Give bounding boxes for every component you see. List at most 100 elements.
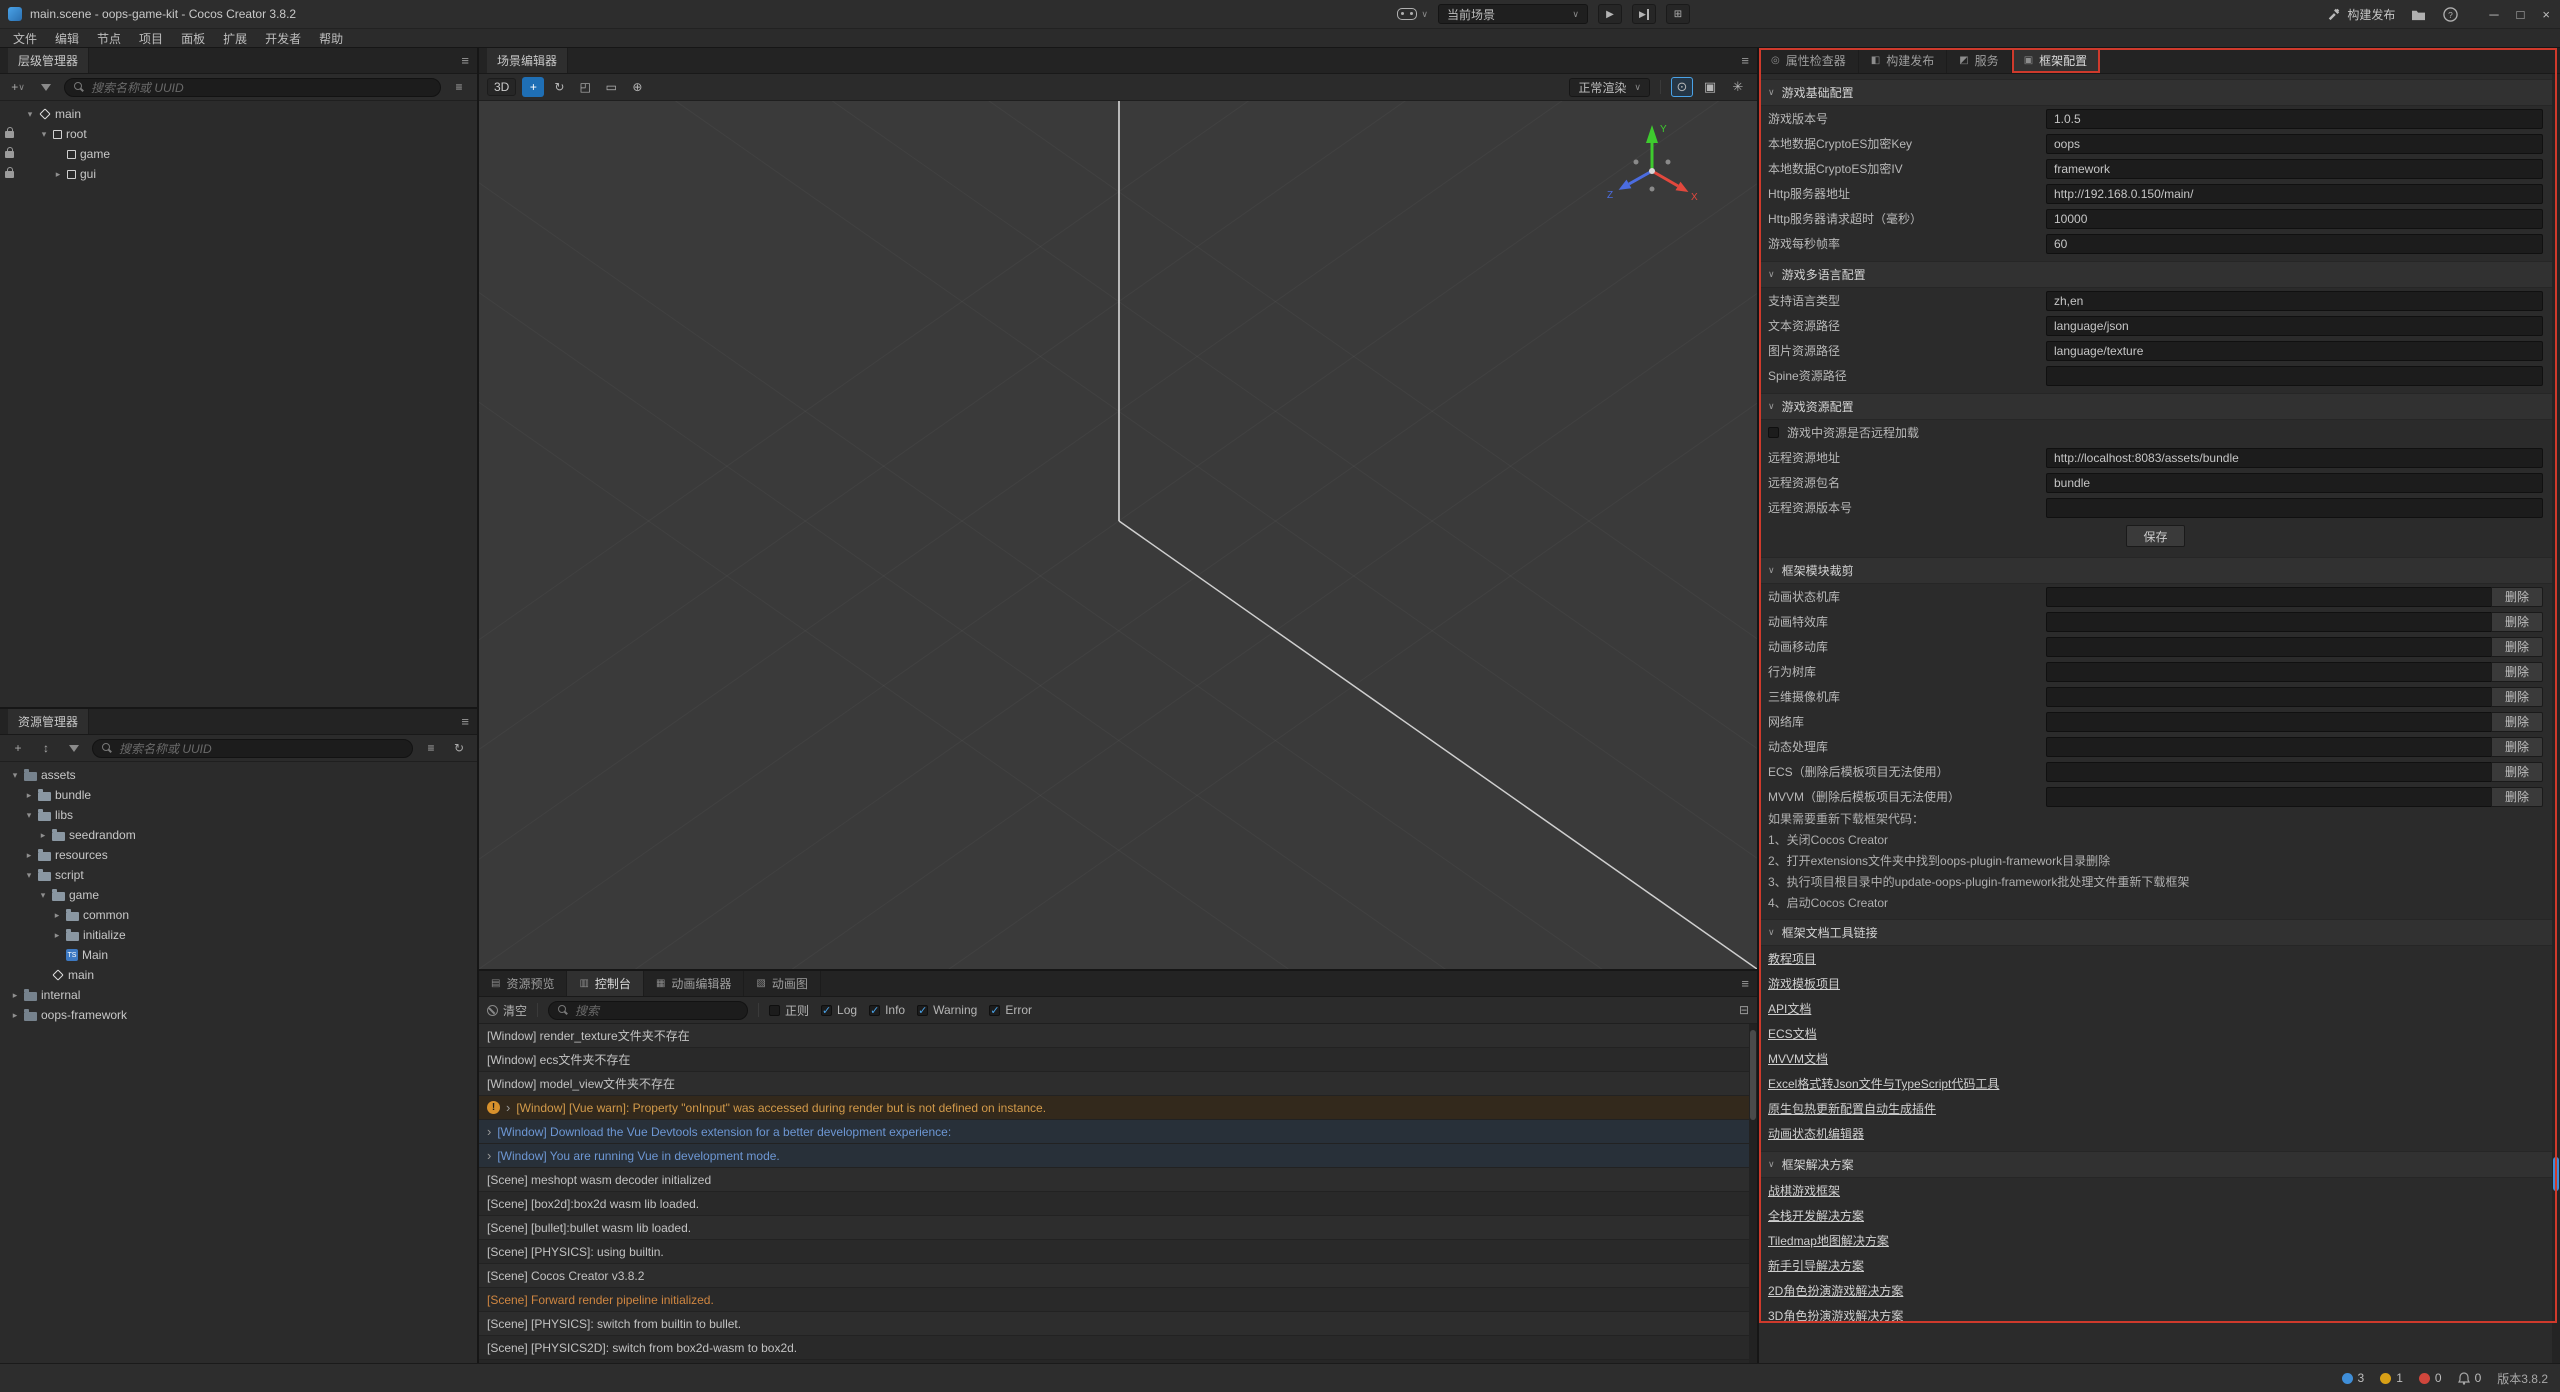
- field-input[interactable]: 1.0.5: [2046, 109, 2543, 129]
- expand-arrow-icon[interactable]: [24, 870, 34, 881]
- scene-tool-button[interactable]: ⊕: [626, 77, 648, 97]
- refresh-icon[interactable]: ↻: [449, 738, 469, 758]
- module-delete-button[interactable]: 删除: [2491, 762, 2543, 782]
- menu-item[interactable]: 帮助: [310, 29, 352, 47]
- viewport-toggle-button[interactable]: ⊙: [1671, 77, 1693, 97]
- asset-node[interactable]: libs: [0, 805, 477, 825]
- log-entry[interactable]: ! › [Window] render_texture文件夹不存在: [479, 1024, 1757, 1048]
- field-input[interactable]: framework: [2046, 159, 2543, 179]
- solution-link[interactable]: 战棋游戏框架: [1768, 1182, 1840, 1199]
- maximize-button[interactable]: □: [2517, 7, 2525, 22]
- solution-link[interactable]: 3D角色扮演游戏解决方案: [1768, 1307, 1903, 1324]
- asset-node[interactable]: bundle: [0, 785, 477, 805]
- create-asset-button[interactable]: +: [8, 738, 28, 758]
- asset-node[interactable]: initialize: [0, 925, 477, 945]
- scene-tool-button[interactable]: ▭: [600, 77, 622, 97]
- menu-item[interactable]: 项目: [130, 29, 172, 47]
- asset-node[interactable]: Main: [0, 945, 477, 965]
- module-delete-button[interactable]: 删除: [2491, 687, 2543, 707]
- field-input[interactable]: http://localhost:8083/assets/bundle: [2046, 448, 2543, 468]
- hierarchy-node[interactable]: game: [0, 144, 477, 164]
- field-input[interactable]: http://192.168.0.150/main/: [2046, 184, 2543, 204]
- expand-arrow-icon[interactable]: [39, 129, 49, 140]
- log-entry[interactable]: ! › [Scene] [PHYSICS2D]: switch from box…: [479, 1336, 1757, 1360]
- step-button[interactable]: ▶: [1632, 4, 1656, 24]
- section-header-modules[interactable]: ∨ 框架模块裁剪: [1759, 557, 2552, 584]
- log-entry[interactable]: ! › [Window] ecs文件夹不存在: [479, 1048, 1757, 1072]
- module-delete-button[interactable]: 删除: [2491, 637, 2543, 657]
- filter-icon[interactable]: [64, 738, 84, 758]
- console-filter-checkbox[interactable]: Log: [821, 1002, 857, 1019]
- log-entry[interactable]: ! › [Scene] [PHYSICS]: using builtin.: [479, 1240, 1757, 1264]
- preview-device-button[interactable]: ∨: [1397, 8, 1428, 20]
- asset-node[interactable]: main: [0, 965, 477, 985]
- lock-icon[interactable]: [5, 171, 14, 178]
- clear-console-button[interactable]: 清空: [487, 1002, 527, 1019]
- inspector-tab[interactable]: 框架配置: [2012, 48, 2100, 73]
- menu-item[interactable]: 开发者: [256, 29, 310, 47]
- doc-link[interactable]: 动画状态机编辑器: [1768, 1125, 1864, 1142]
- doc-link[interactable]: API文档: [1768, 1000, 1811, 1017]
- asset-node[interactable]: script: [0, 865, 477, 885]
- menu-item[interactable]: 扩展: [214, 29, 256, 47]
- section-header-resources[interactable]: ∨ 游戏资源配置: [1759, 393, 2552, 420]
- solution-link[interactable]: Tiledmap地图解决方案: [1768, 1232, 1889, 1249]
- collapse-logs-icon[interactable]: ⊟: [1739, 1003, 1749, 1017]
- mode-3d-toggle[interactable]: 3D: [487, 78, 516, 96]
- module-delete-button[interactable]: 删除: [2491, 662, 2543, 682]
- expand-arrow-icon[interactable]: [38, 890, 48, 901]
- asset-node[interactable]: common: [0, 905, 477, 925]
- scene-viewport[interactable]: Y X Z: [479, 101, 1757, 969]
- layout-button[interactable]: ⊞: [1666, 4, 1690, 24]
- render-mode-dropdown[interactable]: 正常渲染 ∨: [1569, 78, 1650, 97]
- field-input[interactable]: 10000: [2046, 209, 2543, 229]
- filter-icon[interactable]: [36, 77, 56, 97]
- menu-item[interactable]: 面板: [172, 29, 214, 47]
- module-delete-button[interactable]: 删除: [2491, 737, 2543, 757]
- minimize-button[interactable]: ─: [2489, 7, 2498, 22]
- log-entry[interactable]: ! › [Scene] Cocos Creator v3.8.2: [479, 1264, 1757, 1288]
- viewport-toggle-button[interactable]: ▣: [1699, 77, 1721, 97]
- asset-node[interactable]: seedrandom: [0, 825, 477, 845]
- panel-menu-icon[interactable]: ≡: [461, 53, 469, 68]
- viewport-toggle-button[interactable]: ✳: [1727, 77, 1749, 97]
- close-button[interactable]: ×: [2542, 7, 2550, 22]
- doc-link[interactable]: ECS文档: [1768, 1025, 1817, 1042]
- menu-item[interactable]: 节点: [88, 29, 130, 47]
- panel-menu-icon[interactable]: ≡: [1741, 53, 1749, 68]
- hierarchy-node[interactable]: main: [0, 104, 477, 124]
- field-input[interactable]: zh,en: [2046, 291, 2543, 311]
- log-entry[interactable]: ! › [Scene] [PHYSICS]: switch from built…: [479, 1312, 1757, 1336]
- console-filter-checkbox[interactable]: Info: [869, 1002, 905, 1019]
- log-entry[interactable]: ! › [Scene] meshopt wasm decoder initial…: [479, 1168, 1757, 1192]
- create-node-button[interactable]: +∨: [8, 77, 28, 97]
- doc-link[interactable]: MVVM文档: [1768, 1050, 1828, 1067]
- log-entry[interactable]: ! › [Scene] [box2d]:box2d wasm lib loade…: [479, 1192, 1757, 1216]
- console-filter-checkbox[interactable]: Warning: [917, 1002, 977, 1019]
- hierarchy-search-input[interactable]: 搜索名称或 UUID: [64, 78, 441, 97]
- section-header-language[interactable]: ∨ 游戏多语言配置: [1759, 261, 2552, 288]
- console-scrollbar[interactable]: [1749, 1024, 1757, 1363]
- expand-arrow-icon[interactable]: [10, 770, 20, 781]
- console-tab[interactable]: 动画图: [744, 971, 820, 996]
- asset-filter-options-icon[interactable]: ≡: [421, 738, 441, 758]
- solution-link[interactable]: 新手引导解决方案: [1768, 1257, 1864, 1274]
- open-project-folder-button[interactable]: [2409, 5, 2427, 23]
- console-tab[interactable]: 控制台: [567, 971, 643, 996]
- assets-search-input[interactable]: 搜索名称或 UUID: [92, 739, 413, 758]
- doc-link[interactable]: 原生包热更新配置自动生成插件: [1768, 1100, 1936, 1117]
- section-header-docs[interactable]: ∨ 框架文档工具链接: [1759, 919, 2552, 946]
- asset-node[interactable]: resources: [0, 845, 477, 865]
- inspector-tab[interactable]: 服务: [1947, 48, 2011, 73]
- expand-arrow-icon[interactable]: ›: [506, 1100, 510, 1115]
- expand-arrow-icon[interactable]: [10, 990, 20, 1001]
- warning-count-badge[interactable]: 1: [2380, 1371, 2403, 1385]
- console-filter-checkbox[interactable]: Error: [989, 1002, 1032, 1019]
- solution-link[interactable]: 2D角色扮演游戏解决方案: [1768, 1282, 1903, 1299]
- expand-arrow-icon[interactable]: [10, 1010, 20, 1021]
- play-button[interactable]: ▶: [1598, 4, 1622, 24]
- inspector-tab[interactable]: 属性检查器: [1759, 48, 1859, 73]
- menu-item[interactable]: 文件: [4, 29, 46, 47]
- field-input[interactable]: bundle: [2046, 473, 2543, 493]
- field-input[interactable]: language/json: [2046, 316, 2543, 336]
